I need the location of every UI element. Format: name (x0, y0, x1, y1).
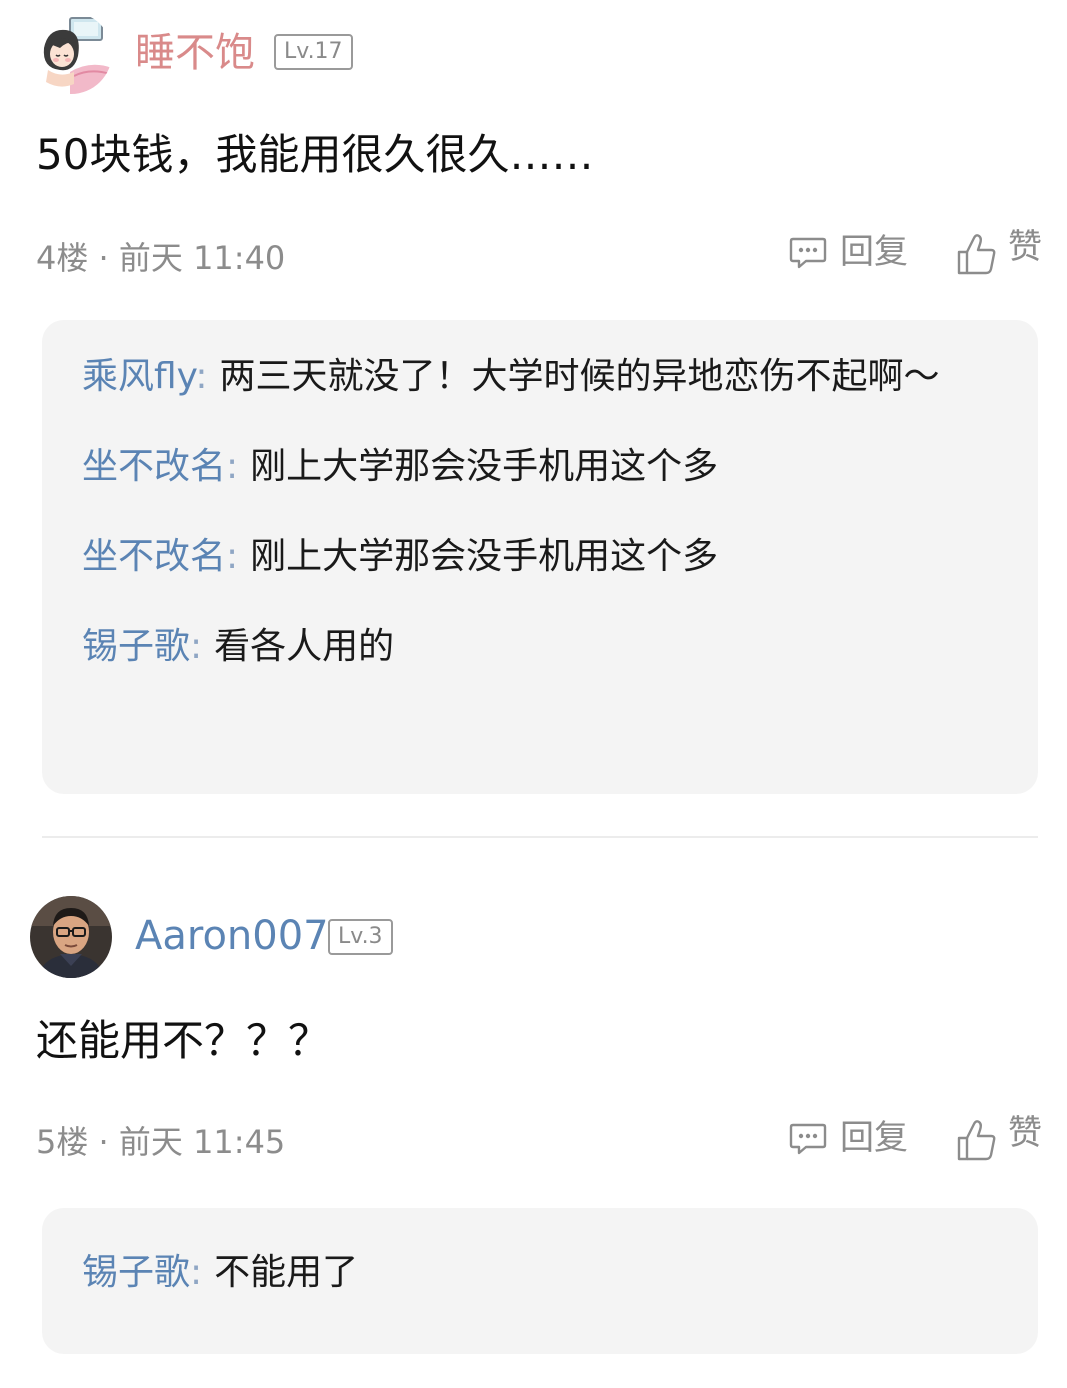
reply-label: 回复 (840, 1118, 908, 1158)
reply-username[interactable]: 锡子歌 (82, 1252, 190, 1293)
meta-separator: · (98, 239, 109, 277)
username[interactable]: Aaron007 (135, 911, 329, 961)
comment-content: 50块钱，我能用很久很久…… (36, 130, 594, 179)
level-badge: Lv.17 (274, 34, 353, 70)
like-label: 赞 (1008, 1113, 1042, 1153)
comment-bubble-icon (789, 1123, 827, 1155)
comment-bubble-icon (789, 237, 827, 269)
floor-number: 4楼 (36, 239, 89, 277)
reply-text: 看各人用的 (214, 626, 395, 667)
reply-username[interactable]: 坐不改名 (82, 536, 226, 577)
reply-item[interactable]: 坐不改名: 刚上大学那会没手机用这个多 (82, 438, 998, 496)
like-button[interactable]: 赞 (956, 227, 1042, 276)
post-time: 前天 11:45 (118, 1123, 286, 1161)
comment-content: 还能用不？？？ (36, 1016, 331, 1065)
like-button[interactable]: 赞 (956, 1113, 1042, 1162)
reply-username[interactable]: 锡子歌 (82, 626, 190, 667)
reply-item[interactable]: 坐不改名: 刚上大学那会没手机用这个多 (82, 528, 998, 586)
meta-separator: · (98, 1123, 109, 1161)
thumbs-up-icon (957, 1120, 996, 1161)
reply-text: 不能用了 (214, 1252, 359, 1293)
username[interactable]: 睡不饱 (135, 28, 255, 78)
reply-button[interactable]: 回复 (788, 1118, 908, 1158)
reply-colon: : (190, 626, 203, 667)
comment-meta: 5楼 · 前天 11:45 (36, 1122, 285, 1162)
reply-text: 两三天就没了！大学时候的异地恋伤不起啊～ (219, 356, 940, 397)
post-divider (42, 836, 1038, 838)
cartoon-girl-avatar-icon (30, 12, 112, 94)
reply-username[interactable]: 坐不改名 (82, 446, 226, 487)
user-avatar[interactable] (30, 896, 112, 978)
reply-item[interactable]: 锡子歌: 不能用了 (82, 1244, 998, 1302)
comment-meta: 4楼 · 前天 11:40 (36, 238, 285, 278)
reply-username[interactable]: 乘风fly (82, 356, 195, 397)
level-badge: Lv.3 (328, 919, 393, 955)
reply-list: 乘风fly: 两三天就没了！大学时候的异地恋伤不起啊～ 坐不改名: 刚上大学那会没手… (42, 320, 1038, 794)
reply-colon: : (226, 446, 239, 487)
reply-colon: : (226, 536, 239, 577)
reply-item[interactable]: 锡子歌: 看各人用的 (82, 618, 998, 676)
thumbs-up-icon (957, 234, 996, 275)
reply-item[interactable]: 乘风fly: 两三天就没了！大学时候的异地恋伤不起啊～ (82, 348, 998, 406)
like-label: 赞 (1008, 227, 1042, 267)
reply-list: 锡子歌: 不能用了 (42, 1208, 1038, 1354)
post-time: 前天 11:40 (118, 239, 286, 277)
man-with-glasses-photo-avatar-icon (30, 896, 112, 978)
reply-label: 回复 (840, 232, 908, 272)
reply-text: 刚上大学那会没手机用这个多 (250, 446, 719, 487)
reply-text: 刚上大学那会没手机用这个多 (250, 536, 719, 577)
user-avatar[interactable] (30, 12, 112, 94)
reply-colon: : (195, 356, 208, 397)
floor-number: 5楼 (36, 1123, 89, 1161)
reply-colon: : (190, 1252, 203, 1293)
reply-button[interactable]: 回复 (788, 232, 908, 272)
